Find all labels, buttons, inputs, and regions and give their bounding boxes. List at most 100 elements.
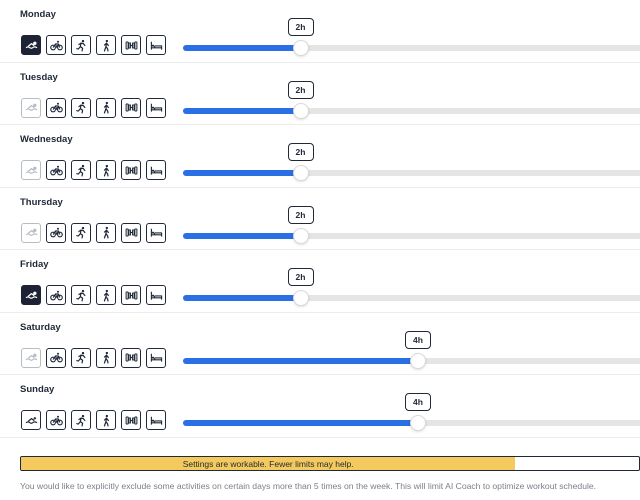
- activity-toggles: [21, 222, 166, 243]
- feasibility-meter-text: Settings are workable. Fewer limits may …: [182, 458, 354, 469]
- activity-toggle-strength[interactable]: [121, 347, 141, 368]
- bike-icon: [49, 101, 63, 114]
- activity-toggle-rest[interactable]: [146, 285, 166, 305]
- slider-value-bubble: 4h: [405, 330, 431, 349]
- activity-toggle-walk[interactable]: [96, 97, 116, 118]
- slider-thumb[interactable]: [411, 353, 425, 368]
- activity-toggle-strength[interactable]: [121, 222, 141, 243]
- activity-toggle-rest[interactable]: [146, 97, 166, 118]
- activity-toggle-swim[interactable]: [21, 97, 41, 118]
- activity-toggle-rest[interactable]: [146, 410, 166, 430]
- day-row-friday: Friday 2h: [0, 250, 640, 313]
- activity-toggle-swim[interactable]: [21, 410, 41, 430]
- activity-toggle-strength[interactable]: [121, 97, 141, 118]
- activity-toggle-rest[interactable]: [146, 35, 166, 55]
- slider-fill: [183, 357, 418, 364]
- hours-slider[interactable]: 2h: [183, 268, 640, 305]
- day-row-tuesday: Tuesday 2h: [0, 63, 640, 125]
- rest-icon: [150, 226, 163, 239]
- activity-toggle-walk[interactable]: [96, 222, 116, 243]
- activity-toggle-bike[interactable]: [46, 347, 66, 368]
- activity-toggle-run[interactable]: [71, 97, 91, 118]
- activity-toggle-strength[interactable]: [121, 285, 141, 305]
- slider-value-bubble: 2h: [287, 18, 314, 36]
- day-label: Thursday: [20, 196, 63, 208]
- hours-slider[interactable]: 2h: [183, 205, 640, 243]
- activity-toggle-swim[interactable]: [21, 35, 41, 55]
- activity-toggle-walk[interactable]: [96, 35, 116, 55]
- activity-toggle-strength[interactable]: [121, 160, 141, 180]
- row-divider: [0, 436, 640, 438]
- hours-slider[interactable]: 4h: [183, 393, 640, 430]
- slider-value-bubble: 2h: [287, 143, 314, 161]
- strength-icon: [125, 101, 138, 114]
- activity-toggle-run[interactable]: [71, 285, 91, 305]
- activity-toggle-swim[interactable]: [21, 222, 41, 243]
- activity-toggle-walk[interactable]: [96, 347, 116, 368]
- day-label: Monday: [20, 9, 56, 20]
- hours-slider[interactable]: 2h: [183, 143, 640, 180]
- slider-thumb[interactable]: [293, 291, 308, 305]
- slider-thumb[interactable]: [411, 416, 425, 430]
- strength-icon: [125, 226, 138, 239]
- activity-toggle-rest[interactable]: [146, 347, 166, 368]
- walk-icon: [100, 39, 113, 52]
- activity-toggle-strength[interactable]: [121, 410, 141, 430]
- activity-toggle-swim[interactable]: [21, 160, 41, 180]
- slider-value-bubble: 2h: [287, 80, 314, 99]
- activity-toggles: [21, 160, 166, 180]
- slider-thumb[interactable]: [293, 228, 308, 243]
- activity-toggle-run[interactable]: [71, 222, 91, 243]
- run-icon: [75, 414, 88, 427]
- slider-fill: [183, 170, 301, 176]
- activity-toggle-bike[interactable]: [46, 222, 66, 243]
- activity-toggle-walk[interactable]: [96, 410, 116, 430]
- slider-fill: [183, 107, 301, 114]
- activity-toggle-bike[interactable]: [46, 97, 66, 118]
- activity-toggle-bike[interactable]: [46, 160, 66, 180]
- run-icon: [75, 351, 88, 364]
- walk-icon: [100, 226, 113, 239]
- activity-toggle-walk[interactable]: [96, 285, 116, 305]
- slider-thumb[interactable]: [293, 166, 308, 180]
- strength-icon: [125, 414, 138, 427]
- slider-value-bubble: 2h: [287, 205, 314, 224]
- walk-icon: [100, 101, 113, 114]
- rest-icon: [150, 39, 163, 52]
- activity-toggle-run[interactable]: [71, 410, 91, 430]
- swim-icon: [25, 39, 38, 52]
- activity-toggle-bike[interactable]: [46, 285, 66, 305]
- activity-toggles: [21, 410, 166, 430]
- bike-icon: [49, 39, 63, 52]
- activity-toggle-walk[interactable]: [96, 160, 116, 180]
- rest-icon: [150, 351, 163, 364]
- activity-toggle-swim[interactable]: [21, 347, 41, 368]
- day-row-sunday: Sunday 4h: [0, 375, 640, 438]
- activity-toggle-run[interactable]: [71, 35, 91, 55]
- slider-thumb[interactable]: [293, 41, 308, 55]
- activity-toggle-run[interactable]: [71, 347, 91, 368]
- hours-slider[interactable]: 2h: [183, 18, 640, 55]
- hours-slider[interactable]: 4h: [183, 330, 640, 368]
- bike-icon: [49, 289, 63, 302]
- day-label: Wednesday: [20, 134, 73, 145]
- activity-toggle-run[interactable]: [71, 160, 91, 180]
- swim-icon: [25, 101, 38, 114]
- rest-icon: [150, 101, 163, 114]
- activity-toggle-bike[interactable]: [46, 410, 66, 430]
- slider-thumb[interactable]: [293, 103, 308, 118]
- swim-icon: [25, 164, 38, 177]
- swim-icon: [25, 289, 38, 302]
- walk-icon: [100, 289, 113, 302]
- run-icon: [75, 226, 88, 239]
- activity-toggle-rest[interactable]: [146, 160, 166, 180]
- activity-toggle-strength[interactable]: [121, 35, 141, 55]
- day-row-saturday: Saturday 4h: [0, 313, 640, 375]
- activity-toggle-swim[interactable]: [21, 285, 41, 305]
- activity-toggle-bike[interactable]: [46, 35, 66, 55]
- day-row-thursday: Thursday 2h: [0, 188, 640, 250]
- rest-icon: [150, 164, 163, 177]
- activity-toggle-rest[interactable]: [146, 222, 166, 243]
- hours-slider[interactable]: 2h: [183, 80, 640, 118]
- strength-icon: [125, 164, 138, 177]
